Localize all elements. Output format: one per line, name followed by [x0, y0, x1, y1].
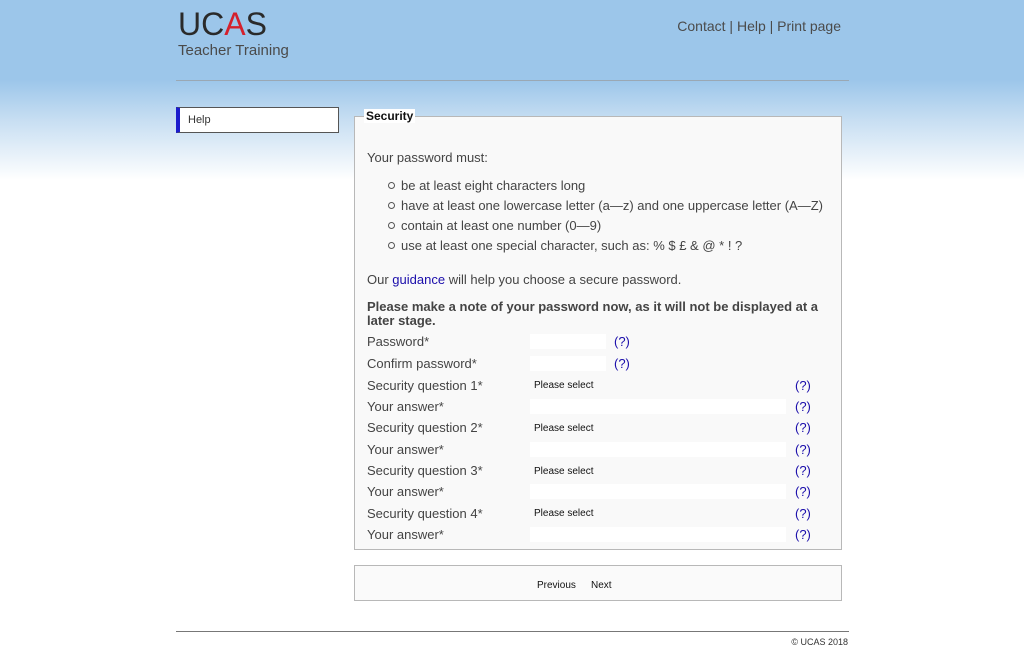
password-label: Password*	[367, 334, 430, 349]
logo-subtitle: Teacher Training	[178, 42, 289, 59]
confirm-password-input[interactable]	[530, 356, 606, 371]
guidance-link[interactable]: guidance	[392, 272, 445, 287]
security-question-3-label: Security question 3*	[367, 463, 483, 478]
answer-3-help-link[interactable]: (?)	[795, 484, 811, 499]
next-button[interactable]: Next	[591, 580, 612, 591]
password-input[interactable]	[530, 334, 606, 349]
section-title: Security	[364, 109, 416, 123]
password-help-link[interactable]: (?)	[614, 334, 630, 349]
answer-4-help-link[interactable]: (?)	[795, 527, 811, 542]
answer-2-input[interactable]	[530, 442, 786, 457]
answer-1-label: Your answer*	[367, 399, 444, 414]
security-question-1-label: Security question 1*	[367, 378, 483, 393]
top-links: Contact | Help | Print page	[677, 18, 841, 34]
previous-button[interactable]: Previous	[537, 580, 576, 591]
rule-item: contain at least one number (0—9)	[401, 218, 602, 233]
answer-3-input[interactable]	[530, 484, 786, 499]
contact-link[interactable]: Contact	[677, 18, 725, 34]
rule-item: have at least one lowercase letter (a—z)…	[401, 198, 823, 213]
rule-item: use at least one special character, such…	[401, 238, 743, 253]
separator: |	[729, 18, 734, 34]
security-question-3-select[interactable]: Please select	[530, 464, 786, 479]
security-question-2-select[interactable]: Please select	[530, 421, 786, 436]
password-note-line1: Please make a note of your password now,…	[367, 299, 819, 314]
security-question-1-help-link[interactable]: (?)	[795, 378, 811, 393]
security-question-2-label: Security question 2*	[367, 420, 483, 435]
confirm-password-help-link[interactable]: (?)	[614, 356, 630, 371]
security-question-2-help-link[interactable]: (?)	[795, 420, 811, 435]
sidebar-item-help[interactable]: Help	[176, 107, 339, 133]
bullet-icon	[388, 222, 395, 229]
bullet-icon	[388, 182, 395, 189]
answer-3-label: Your answer*	[367, 484, 444, 499]
print-page-link[interactable]: Print page	[777, 18, 841, 34]
help-link[interactable]: Help	[737, 18, 766, 34]
security-question-4-label: Security question 4*	[367, 506, 483, 521]
password-note-line2: later stage.	[367, 313, 436, 328]
separator: |	[769, 18, 774, 34]
footer-divider	[176, 631, 849, 632]
bullet-icon	[388, 242, 395, 249]
copyright: © UCAS 2018	[791, 637, 848, 647]
guidance-text: Our guidance will help you choose a secu…	[367, 272, 682, 287]
security-question-1-select[interactable]: Please select	[530, 378, 786, 393]
logo-wordmark: UCAS	[178, 6, 267, 42]
header-divider	[176, 80, 849, 81]
confirm-password-label: Confirm password*	[367, 356, 477, 371]
answer-1-help-link[interactable]: (?)	[795, 399, 811, 414]
answer-1-input[interactable]	[530, 399, 786, 414]
security-question-3-help-link[interactable]: (?)	[795, 463, 811, 478]
answer-2-label: Your answer*	[367, 442, 444, 457]
answer-4-label: Your answer*	[367, 527, 444, 542]
password-rules-intro: Your password must:	[367, 150, 488, 165]
answer-2-help-link[interactable]: (?)	[795, 442, 811, 457]
security-question-4-select[interactable]: Please select	[530, 506, 786, 521]
answer-4-input[interactable]	[530, 527, 786, 542]
security-question-4-help-link[interactable]: (?)	[795, 506, 811, 521]
ucas-logo[interactable]: UCAS Teacher Training	[178, 8, 289, 59]
rule-item: be at least eight characters long	[401, 178, 586, 193]
bullet-icon	[388, 202, 395, 209]
